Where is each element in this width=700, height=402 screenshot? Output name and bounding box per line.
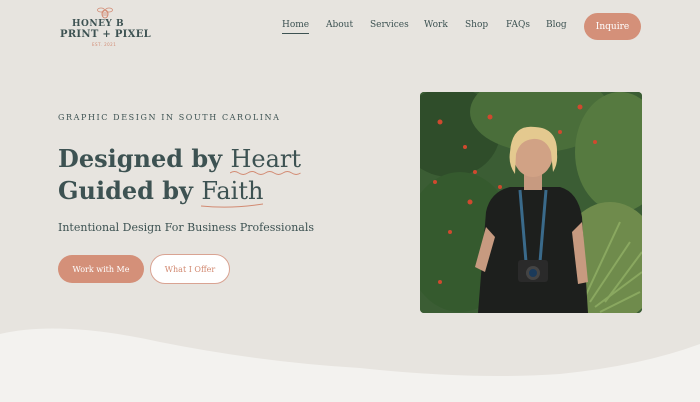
hero-subhead: Intentional Design For Business Professi…: [58, 221, 314, 234]
headline-faith-text: Faith: [201, 177, 264, 205]
headline-line-1: Designed by Heart: [58, 143, 301, 175]
headline-line-1-prefix: Designed by: [58, 144, 231, 173]
hero-photo: [420, 92, 642, 313]
inquire-button[interactable]: Inquire: [584, 13, 641, 40]
brand-line-2: PRINT + PIXEL: [60, 29, 151, 40]
nav-faqs[interactable]: FAQs: [506, 20, 530, 30]
brand-line-1: HONEY B: [72, 19, 125, 29]
bottom-wave-divider: [0, 328, 700, 402]
portrait-image: [420, 92, 642, 313]
headline-line-2-prefix: Guided by: [58, 176, 202, 205]
hero-eyebrow: GRAPHIC DESIGN IN SOUTH CAROLINA: [58, 113, 281, 122]
brand-logo[interactable]: HONEY B PRINT + PIXEL EST. 2021: [60, 6, 151, 48]
headline-heart: Heart: [230, 145, 301, 175]
nav-home[interactable]: Home: [282, 20, 310, 34]
nav-shop[interactable]: Shop: [465, 20, 488, 30]
brand-line-3: EST. 2021: [92, 42, 117, 47]
hero-headline: Designed by Heart Guided by Faith: [58, 143, 301, 208]
what-i-offer-button[interactable]: What I Offer: [150, 254, 230, 284]
nav-about[interactable]: About: [326, 20, 353, 30]
headline-heart-text: Heart: [230, 145, 301, 173]
work-with-me-button[interactable]: Work with Me: [58, 255, 144, 283]
nav-blog[interactable]: Blog: [546, 20, 567, 30]
nav-work[interactable]: Work: [424, 20, 448, 30]
swoosh-underline-icon: [201, 203, 264, 208]
squiggle-underline-icon: [230, 171, 301, 175]
headline-faith: Faith: [201, 177, 264, 208]
headline-line-2: Guided by Faith: [58, 175, 301, 208]
bee-icon: [97, 7, 113, 19]
nav-services[interactable]: Services: [370, 20, 409, 30]
